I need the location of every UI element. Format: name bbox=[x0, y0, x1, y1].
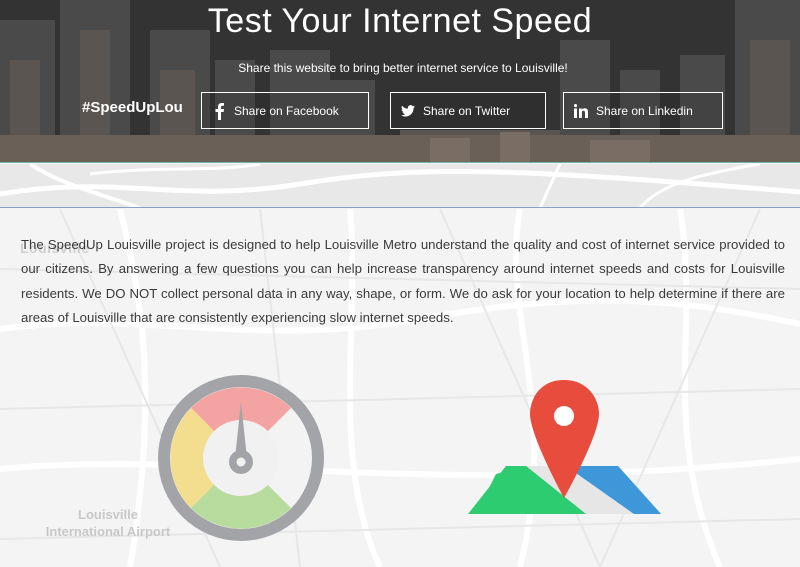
twitter-icon bbox=[399, 102, 417, 120]
page-subtitle: Share this website to bring better inter… bbox=[238, 61, 568, 75]
map-strip-roads bbox=[0, 164, 800, 207]
share-facebook-label: Share on Facebook bbox=[234, 103, 339, 118]
share-linkedin-button[interactable]: Share on Linkedin bbox=[563, 92, 723, 129]
main-content: Louisville Louisville International Airp… bbox=[0, 209, 800, 567]
map-pin-icon bbox=[468, 380, 661, 514]
share-facebook-button[interactable]: Share on Facebook bbox=[201, 92, 369, 129]
share-linkedin-label: Share on Linkedin bbox=[596, 103, 693, 118]
facebook-icon bbox=[210, 102, 228, 120]
linkedin-icon bbox=[572, 102, 590, 120]
share-twitter-label: Share on Twitter bbox=[423, 103, 511, 118]
hero-banner: Test Your Internet Speed Share this webs… bbox=[0, 0, 800, 163]
page-title: Test Your Internet Speed bbox=[207, 2, 593, 40]
intro-paragraph: The SpeedUp Louisville project is design… bbox=[21, 237, 785, 325]
speedometer-icon bbox=[158, 375, 324, 541]
hashtag-label: #SpeedUpLou bbox=[82, 99, 183, 116]
map-strip-divider bbox=[0, 164, 800, 208]
share-twitter-button[interactable]: Share on Twitter bbox=[390, 92, 546, 129]
